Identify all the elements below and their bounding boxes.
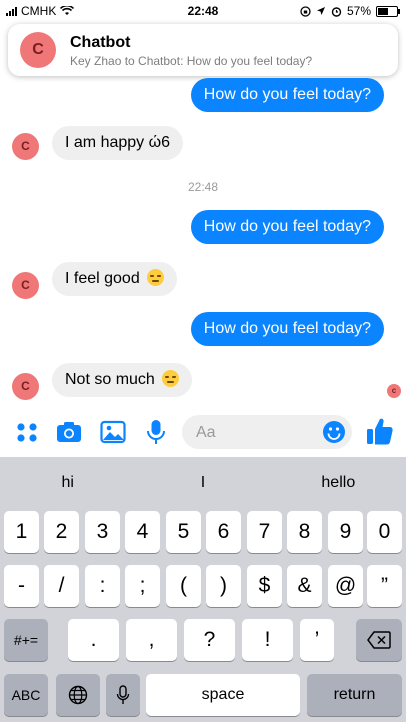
microphone-icon — [116, 685, 130, 704]
status-right: 57% — [300, 4, 400, 18]
suggestion-item[interactable]: I — [135, 457, 270, 509]
camera-icon[interactable] — [56, 419, 82, 445]
key[interactable]: . — [68, 619, 119, 661]
chatbot-avatar[interactable]: C — [12, 373, 39, 400]
key[interactable]: 9 — [328, 511, 363, 553]
location-icon — [316, 7, 325, 15]
expressionless-emoji-icon — [162, 370, 180, 387]
seen-receipt-avatar: c — [387, 384, 401, 398]
globe-icon — [68, 685, 88, 705]
message-input[interactable]: Aa — [182, 415, 352, 449]
smirk-emoji-icon — [147, 269, 165, 286]
backspace-icon — [367, 631, 391, 649]
key[interactable]: & — [287, 565, 322, 607]
return-key[interactable]: return — [307, 674, 402, 716]
key[interactable]: $ — [247, 565, 282, 607]
space-key[interactable]: space — [146, 674, 300, 716]
key[interactable]: 3 — [85, 511, 120, 553]
notification-banner[interactable]: C Chatbot Key Zhao to Chatbot: How do yo… — [8, 24, 398, 76]
outgoing-message[interactable]: How do you feel today? — [190, 312, 384, 346]
key[interactable]: ’ — [300, 619, 334, 661]
key[interactable]: ) — [206, 565, 241, 607]
outgoing-message[interactable]: How do you feel today? — [190, 78, 384, 112]
key[interactable]: : — [85, 565, 120, 607]
microphone-icon[interactable] — [143, 419, 169, 445]
chatbot-avatar[interactable]: C — [12, 272, 39, 299]
message-text: I feel good — [65, 270, 140, 287]
thumbs-up-icon[interactable] — [366, 416, 394, 446]
key[interactable]: ” — [367, 565, 402, 607]
key[interactable]: , — [126, 619, 177, 661]
key[interactable]: / — [44, 565, 79, 607]
orientation-lock-icon — [300, 5, 311, 17]
key[interactable]: 1 — [4, 511, 39, 553]
photo-gallery-icon[interactable] — [100, 419, 126, 445]
notification-subtitle: Key Zhao to Chatbot: How do you feel tod… — [70, 54, 313, 68]
alarm-icon — [331, 6, 342, 17]
chatbot-avatar[interactable]: C — [12, 133, 39, 160]
more-apps-icon[interactable] — [14, 419, 40, 445]
key[interactable]: 0 — [367, 511, 402, 553]
battery-icon — [376, 5, 400, 17]
symbols-key[interactable]: #+= — [4, 619, 48, 661]
abc-key[interactable]: ABC — [4, 674, 48, 716]
key[interactable]: @ — [328, 565, 363, 607]
notification-avatar: C — [20, 32, 56, 68]
message-composer: Aa — [0, 407, 406, 457]
backspace-key[interactable] — [356, 619, 402, 661]
suggestion-bar: hi I hello — [0, 457, 406, 509]
keyboard: hi I hello 1 2 3 4 5 6 7 8 9 0 - / : ; (… — [0, 457, 406, 722]
notification-title: Chatbot — [70, 34, 131, 51]
incoming-message[interactable]: I am happy ώ6 — [52, 126, 183, 160]
key[interactable]: 4 — [125, 511, 160, 553]
incoming-message[interactable]: I feel good — [52, 262, 178, 296]
key[interactable]: 7 — [247, 511, 282, 553]
emoji-picker-icon[interactable] — [322, 420, 346, 444]
key[interactable]: ? — [184, 619, 235, 661]
battery-percent: 57% — [346, 4, 371, 18]
outgoing-message[interactable]: How do you feel today? — [190, 210, 384, 244]
dictation-key[interactable] — [106, 674, 140, 716]
key[interactable]: ; — [125, 565, 160, 607]
message-text: Not so much — [65, 371, 155, 388]
key[interactable]: 5 — [166, 511, 201, 553]
suggestion-item[interactable]: hi — [0, 457, 135, 509]
status-bar: CMHK 22:48 57% — [0, 0, 406, 22]
key[interactable]: 6 — [206, 511, 241, 553]
key[interactable]: ( — [166, 565, 201, 607]
message-timestamp: 22:48 — [187, 180, 219, 194]
key[interactable]: - — [4, 565, 39, 607]
key[interactable]: ! — [242, 619, 293, 661]
key[interactable]: 2 — [44, 511, 79, 553]
message-input-placeholder: Aa — [196, 424, 216, 441]
incoming-message[interactable]: Not so much — [52, 363, 193, 397]
suggestion-item[interactable]: hello — [271, 457, 406, 509]
globe-key[interactable] — [56, 674, 100, 716]
key[interactable]: 8 — [287, 511, 322, 553]
